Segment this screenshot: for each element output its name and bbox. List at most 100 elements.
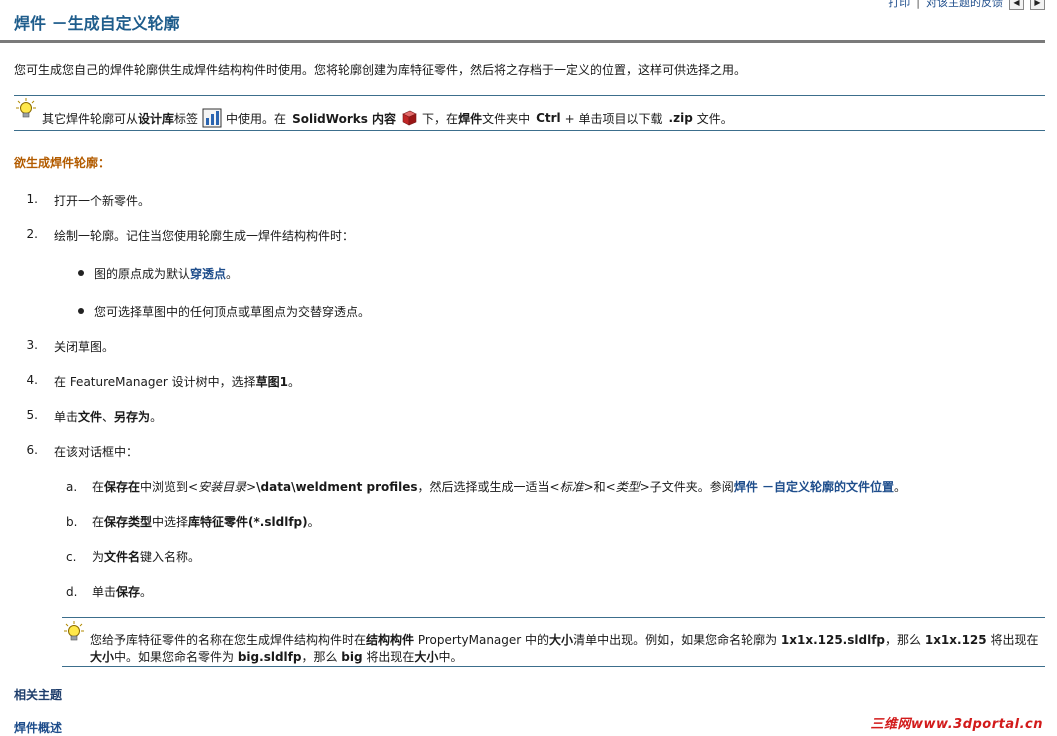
weldments-folder-label: 焊件 — [458, 111, 483, 126]
tip-text-part: 文件。 — [696, 111, 733, 126]
lightbulb-icon — [16, 98, 36, 118]
title-divider — [0, 40, 1045, 43]
profile-path: \data\weldment profiles — [256, 480, 418, 494]
tip-text-part: + 单击项目以下载 — [564, 111, 663, 126]
substep-text: 在 — [92, 515, 105, 529]
substep-letter: b. — [66, 515, 78, 529]
tip-text-part: PropertyManager 中的 — [414, 633, 550, 647]
tip-text-part: 下，在 — [422, 111, 459, 126]
substep-item: d. 单击保存。 — [66, 583, 152, 600]
type-label: 类型 — [615, 480, 640, 494]
solidworks-content-icon — [402, 110, 417, 126]
substep-text: >和< — [583, 480, 616, 494]
pierce-point-link[interactable]: 穿透点 — [190, 267, 226, 281]
bullet: 您可选择草图中的任何顶点或草图点为交替穿透点。 — [78, 303, 370, 320]
substep-letter: c. — [66, 550, 77, 564]
step-text-part: 。 — [287, 375, 300, 389]
print-link[interactable]: 打印 — [888, 0, 910, 10]
step-number: 2. — [26, 227, 38, 241]
bullet: 图的原点成为默认穿透点。 — [78, 265, 238, 282]
step-text: 关闭草图。 — [54, 340, 115, 354]
help-page: 打印 | 对该主题的反馈 ◀ ▶ 焊件 －生成自定义轮廓 您可生成您自己的焊件轮… — [0, 0, 1057, 736]
step-text: 在 FeatureManager 设计树中，选择草图1。 — [54, 373, 300, 390]
lib-feature-type-label: 库特征零件(*.sldlfp) — [188, 515, 308, 529]
tip-text-part: 中。如果您命名零件为 — [114, 650, 238, 664]
substep-text: 键入名称。 — [140, 550, 201, 564]
example-size: big — [341, 650, 363, 664]
feedback-link[interactable]: 对该主题的反馈 — [926, 0, 1003, 10]
step-text: 在该对话框中： — [54, 445, 139, 459]
example-filename: big.sldlfp — [237, 650, 302, 664]
install-dir-label: 安装目录 — [198, 480, 247, 494]
procedure-heading: 欲生成焊件轮廓： — [14, 156, 111, 170]
save-label: 保存 — [116, 585, 141, 599]
tip-note-size: 您给予库特征零件的名称在您生成焊件结构构件时在结构构件 PropertyMana… — [62, 617, 1045, 667]
standard-label: 标准 — [559, 480, 584, 494]
watermark: 三维网www.3dportal.cn — [870, 717, 1043, 732]
solidworks-content-label: SolidWorks 内容 — [292, 111, 397, 126]
intro-paragraph: 您可生成您自己的焊件轮廓供生成焊件结构构件时使用。您将轮廓创建为库特征零件，然后… — [14, 63, 747, 77]
tip-text: 其它焊件轮廓可从 设计库 标签 中使用。在 SolidWorks 内容 下，在 … — [42, 108, 733, 128]
size-label: 大小 — [90, 650, 115, 664]
tip-text-part: 文件夹中 — [482, 111, 531, 126]
tip-text-part: 将出现在 — [362, 650, 415, 664]
step-number: 4. — [26, 373, 38, 387]
size-label: 大小 — [549, 633, 574, 647]
tip-text-part: 中使用。在 — [226, 111, 287, 126]
substep-text: 中选择 — [152, 515, 189, 529]
substep-text: 。 — [140, 585, 153, 599]
step-text-part: 。 — [150, 410, 163, 424]
step-text: 绘制一轮廓。记住当您使用轮廓生成一焊件结构构件时： — [54, 229, 355, 243]
save-in-label: 保存在 — [104, 480, 141, 494]
save-as-label: 另存为 — [114, 410, 151, 424]
substep-text: 。 — [894, 480, 907, 494]
substep-text: 单击 — [92, 585, 117, 599]
substep-item: c. 为文件名键入名称。 — [66, 548, 200, 565]
step-text: 打开一个新零件。 — [54, 194, 151, 208]
step-number: 3. — [26, 338, 38, 352]
lightbulb-icon — [64, 621, 84, 641]
weldments-overview-link[interactable]: 焊件概述 — [14, 719, 62, 736]
bullet-text: 您可选择草图中的任何顶点或草图点为交替穿透点。 — [94, 305, 371, 319]
top-toolbar: 打印 | 对该主题的反馈 ◀ ▶ — [888, 0, 1045, 10]
zip-label: .zip — [668, 111, 693, 125]
tip-text-part: ，那么 — [885, 633, 925, 647]
tip-note: 其它焊件轮廓可从 设计库 标签 中使用。在 SolidWorks 内容 下，在 … — [14, 95, 1045, 131]
tip-text-part: 您给予库特征零件的名称在您生成焊件结构构件时在 — [90, 633, 367, 647]
bullet-text: 图的原点成为默认 — [94, 267, 191, 281]
design-library-label: 设计库 — [138, 111, 175, 126]
substep-text: ，然后选择或生成一适当< — [417, 480, 560, 494]
file-name-label: 文件名 — [104, 550, 141, 564]
tip-text-part: 清单中出现。例如，如果您命名轮廓为 — [573, 633, 781, 647]
tip-text: 您给予库特征零件的名称在您生成焊件结构构件时在结构构件 PropertyMana… — [90, 632, 1040, 666]
substep-text: > — [246, 480, 257, 494]
substep-text: >子文件夹。参阅 — [639, 480, 734, 494]
substep-item: a. 在保存在中浏览到<安装目录>\data\weldment profiles，… — [66, 478, 906, 495]
file-location-link[interactable]: 焊件 －自定义轮廓的文件位置 — [734, 480, 894, 494]
example-filename: 1x1x.125.sldlfp — [780, 633, 886, 647]
step-text-part: 、 — [102, 410, 115, 424]
example-size: 1x1x.125 — [924, 633, 987, 647]
tip-text-part: 其它焊件轮廓可从 — [42, 111, 139, 126]
substep-item: b. 在保存类型中选择库特征零件(*.sldlfp)。 — [66, 513, 320, 530]
save-type-label: 保存类型 — [104, 515, 153, 529]
step-number: 6. — [26, 443, 38, 457]
tip-text-part: 中。 — [438, 650, 463, 664]
step-text-part: 单击 — [54, 410, 79, 424]
structural-member-label: 结构构件 — [366, 633, 415, 647]
previous-topic-button[interactable]: ◀ — [1009, 0, 1024, 10]
substep-text: 。 — [307, 515, 320, 529]
next-topic-button[interactable]: ▶ — [1030, 0, 1045, 10]
file-menu-label: 文件 — [78, 410, 103, 424]
toolbar-separator: | — [916, 0, 920, 9]
tip-text-part: ，那么 — [301, 650, 342, 664]
step-text: 单击文件、另存为。 — [54, 408, 162, 425]
substep-letter: d. — [66, 585, 78, 599]
tip-text-part: 将出现在 — [986, 633, 1039, 647]
substep-letter: a. — [66, 480, 78, 494]
tip-text-part: 标签 — [174, 111, 199, 126]
bullet-text: 。 — [226, 267, 239, 281]
design-library-tab-icon — [202, 108, 222, 128]
step-number: 1. — [26, 192, 38, 206]
sketch1-label: 草图1 — [255, 375, 288, 389]
